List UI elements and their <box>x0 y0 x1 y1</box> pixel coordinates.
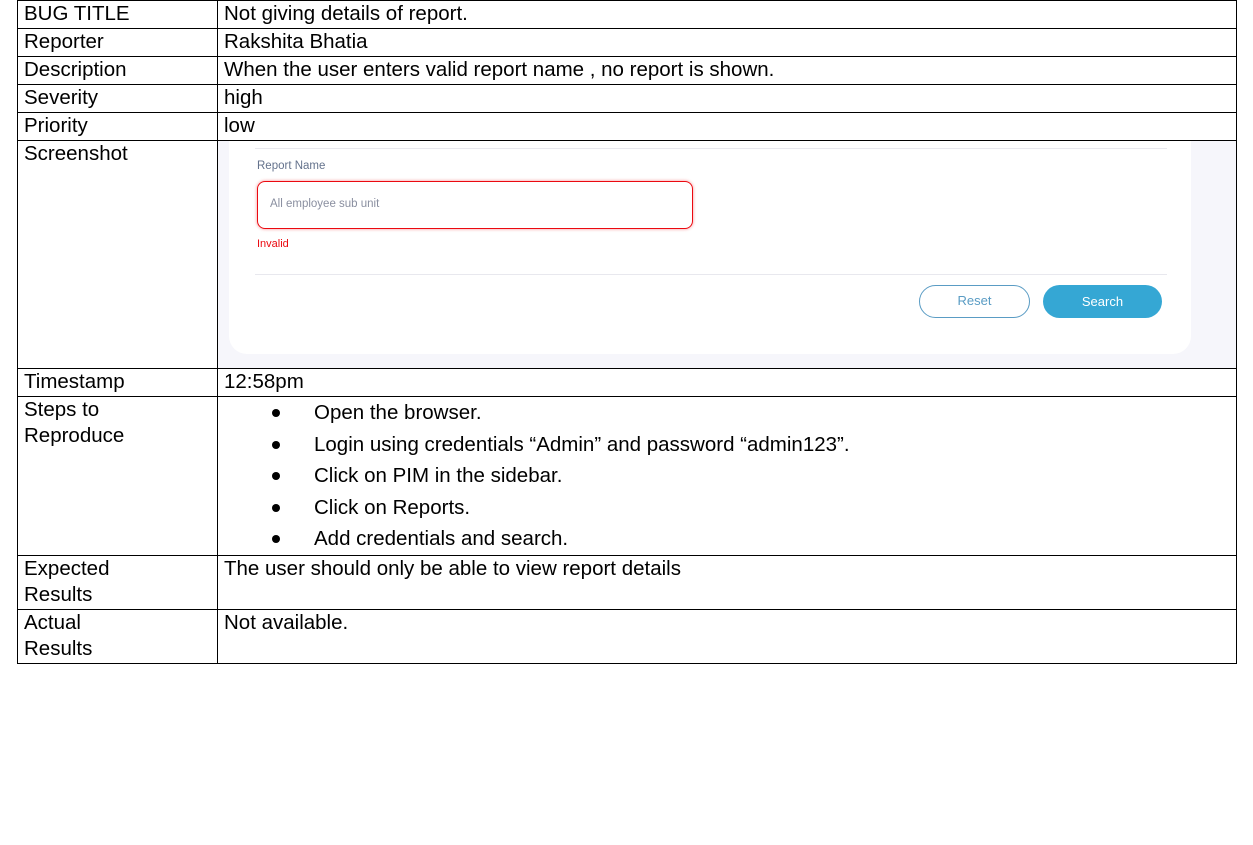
row-priority: Priority low <box>17 112 1237 141</box>
row-steps: Steps to Reproduce Open the browser. Log… <box>17 396 1237 556</box>
steps-value: Open the browser. Login using credential… <box>217 396 1237 556</box>
report-filter-card: Report Name All employee sub unit Invali… <box>229 141 1191 354</box>
invalid-error-text: Invalid <box>257 238 289 250</box>
report-name-input[interactable]: All employee sub unit <box>257 181 693 229</box>
expected-label: Expected Results <box>17 555 218 610</box>
description-value: When the user enters valid report name ,… <box>217 56 1237 85</box>
row-bug-title: BUG TITLE Not giving details of report. <box>17 0 1237 29</box>
reset-button[interactable]: Reset <box>919 285 1030 318</box>
severity-label: Severity <box>17 84 218 113</box>
row-reporter: Reporter Rakshita Bhatia <box>17 28 1237 57</box>
steps-list: Open the browser. Login using credential… <box>224 397 1230 555</box>
list-item: Click on PIM in the sidebar. <box>272 460 1230 492</box>
row-screenshot: Screenshot Report Name All employee sub … <box>17 140 1237 369</box>
row-severity: Severity high <box>17 84 1237 113</box>
report-name-label: Report Name <box>257 160 326 172</box>
priority-label: Priority <box>17 112 218 141</box>
screenshot-cell: Report Name All employee sub unit Invali… <box>217 140 1237 369</box>
reporter-value: Rakshita Bhatia <box>217 28 1237 57</box>
steps-label-line2: Reproduce <box>24 424 125 447</box>
bug-title-value: Not giving details of report. <box>217 0 1237 29</box>
bug-report-table: BUG TITLE Not giving details of report. … <box>17 0 1237 664</box>
actual-value: Not available. <box>217 609 1237 664</box>
search-button[interactable]: Search <box>1043 285 1162 318</box>
card-divider-top <box>255 148 1167 149</box>
steps-label-line1: Steps to <box>24 398 100 421</box>
steps-label: Steps to Reproduce <box>17 396 218 556</box>
expected-label-line1: Expected <box>24 557 110 580</box>
bug-title-label: BUG TITLE <box>17 0 218 29</box>
actual-label: Actual Results <box>17 609 218 664</box>
list-item: Add credentials and search. <box>272 523 1230 555</box>
list-item: Click on Reports. <box>272 492 1230 524</box>
row-description: Description When the user enters valid r… <box>17 56 1237 85</box>
card-divider-bottom <box>255 274 1167 275</box>
reporter-label: Reporter <box>17 28 218 57</box>
embedded-screenshot: Report Name All employee sub unit Invali… <box>218 141 1236 368</box>
row-expected-results: Expected Results The user should only be… <box>17 555 1237 610</box>
list-item: Open the browser. <box>272 397 1230 429</box>
actual-label-line2: Results <box>24 637 93 660</box>
description-label: Description <box>17 56 218 85</box>
screenshot-label: Screenshot <box>17 140 218 369</box>
timestamp-label: Timestamp <box>17 368 218 397</box>
expected-label-line2: Results <box>24 583 93 606</box>
row-timestamp: Timestamp 12:58pm <box>17 368 1237 397</box>
priority-value: low <box>217 112 1237 141</box>
expected-value: The user should only be able to view rep… <box>217 555 1237 610</box>
row-actual-results: Actual Results Not available. <box>17 609 1237 664</box>
timestamp-value: 12:58pm <box>217 368 1237 397</box>
list-item: Login using credentials “Admin” and pass… <box>272 429 1230 461</box>
severity-value: high <box>217 84 1237 113</box>
actual-label-line1: Actual <box>24 611 81 634</box>
